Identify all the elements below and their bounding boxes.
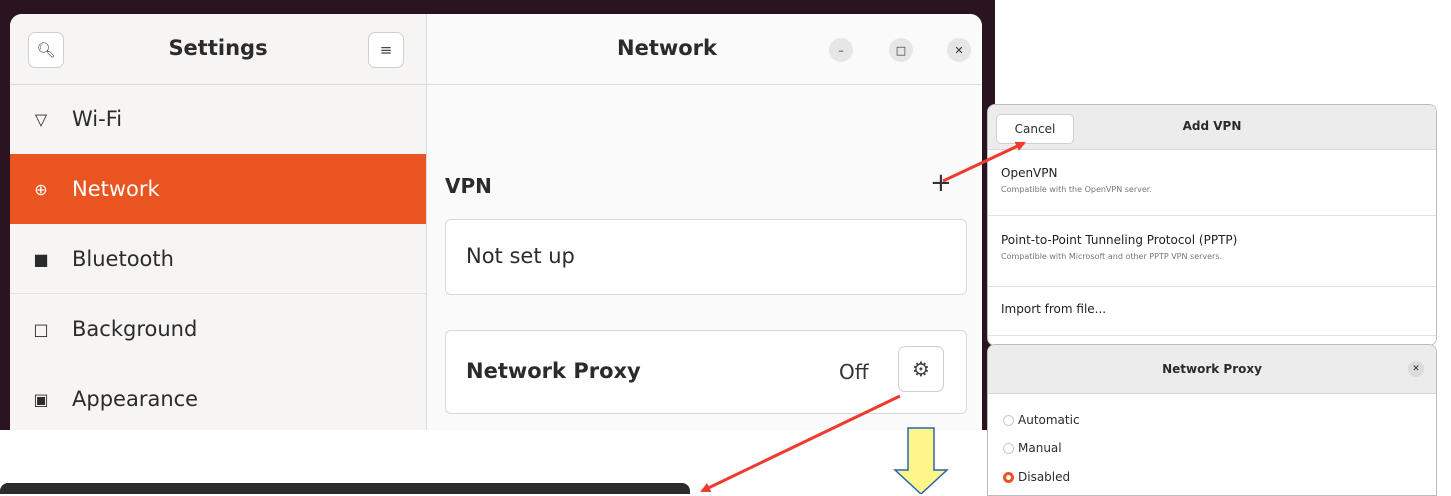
maximize-button[interactable]: □ [889,38,913,62]
sidebar-item-label: Background [72,317,198,341]
sidebar-header: 🔍︎ Settings ≡ [10,14,426,85]
menu-button[interactable]: ≡ [368,32,404,68]
option-title: Point-to-Point Tunneling Protocol (PPTP) [1001,233,1238,247]
sidebar-item-wifi[interactable]: ▽ Wi-Fi [10,84,426,154]
page-title: Network [617,36,718,60]
maximize-icon: □ [895,43,907,57]
radio-button[interactable] [1003,442,1014,454]
bluetooth-icon: ■ [33,249,49,269]
network-proxy-label: Network Proxy [466,359,641,383]
radio-button[interactable] [1003,414,1014,426]
option-description: Compatible with Microsoft and other PPTP… [1001,252,1223,261]
radio-label: Disabled [1018,470,1071,484]
dialog-title: Add VPN [1182,119,1242,133]
lower-window-edge [0,483,690,494]
callout-down-arrow [893,427,949,494]
sidebar-item-label: Bluetooth [72,247,174,271]
sidebar-title: Settings [168,36,268,60]
add-vpn-dialog: Cancel Add VPN OpenVPN Compatible with t… [987,104,1437,346]
sidebar-item-label: Network [72,177,160,201]
close-icon: ✕ [1412,364,1420,374]
settings-window: 🔍︎ Settings ≡ ▽ Wi-Fi ⊕ Network ■ Blueto… [10,14,982,430]
option-title: OpenVPN [1001,166,1058,180]
dialog-header: Network Proxy ✕ [988,345,1436,394]
proxy-status-text: Off [839,360,869,384]
network-panel: Network – □ ✕ VPN + Not set up Network P… [427,14,982,430]
sidebar-item-label: Wi-Fi [72,107,123,131]
network-globe-icon: ⊕ [34,179,48,199]
add-vpn-button[interactable]: + [930,168,952,198]
option-description: Compatible with the OpenVPN server. [1001,185,1152,194]
appearance-icon: ▣ [33,389,49,409]
vpn-option-import[interactable]: Import from file... [988,288,1436,336]
radio-label: Manual [1018,441,1062,455]
gear-icon: ⚙︎ [912,357,930,381]
dialog-title: Network Proxy [1162,362,1262,376]
close-button[interactable]: ✕ [947,38,971,62]
network-proxy-dialog: Network Proxy ✕ Automatic Manual Disable… [987,344,1437,496]
sidebar-item-network[interactable]: ⊕ Network [10,154,426,224]
vpn-status-text: Not set up [466,244,575,268]
vpn-section-label: VPN [445,174,492,198]
radio-button-selected[interactable] [1003,471,1014,483]
sidebar-item-background[interactable]: □ Background [10,294,426,364]
dialog-header: Cancel Add VPN [988,105,1436,150]
option-title: Import from file... [1001,302,1107,316]
vpn-option-openvpn[interactable]: OpenVPN Compatible with the OpenVPN serv… [988,150,1436,216]
minimize-icon: – [838,43,844,57]
sidebar-item-bluetooth[interactable]: ■ Bluetooth [10,224,426,294]
close-icon: ✕ [954,43,964,57]
vpn-status-card: Not set up [445,219,967,295]
proxy-option-automatic[interactable]: Automatic [1003,413,1080,427]
panel-header: Network – □ ✕ [427,14,982,85]
network-proxy-row[interactable]: Network Proxy Off ⚙︎ [445,330,967,414]
proxy-option-manual[interactable]: Manual [1003,441,1062,455]
sidebar-item-label: Appearance [72,387,199,411]
sidebar: 🔍︎ Settings ≡ ▽ Wi-Fi ⊕ Network ■ Blueto… [10,14,427,430]
minimize-button[interactable]: – [829,38,853,62]
sidebar-item-appearance[interactable]: ▣ Appearance [10,364,426,430]
wifi-icon: ▽ [34,109,48,129]
proxy-settings-button[interactable]: ⚙︎ [898,346,944,392]
proxy-option-disabled[interactable]: Disabled [1003,470,1070,484]
vpn-option-pptp[interactable]: Point-to-Point Tunneling Protocol (PPTP)… [988,217,1436,287]
hamburger-menu-icon: ≡ [379,41,393,59]
radio-label: Automatic [1018,413,1080,427]
monitor-icon: □ [33,319,49,339]
close-button[interactable]: ✕ [1408,361,1424,377]
